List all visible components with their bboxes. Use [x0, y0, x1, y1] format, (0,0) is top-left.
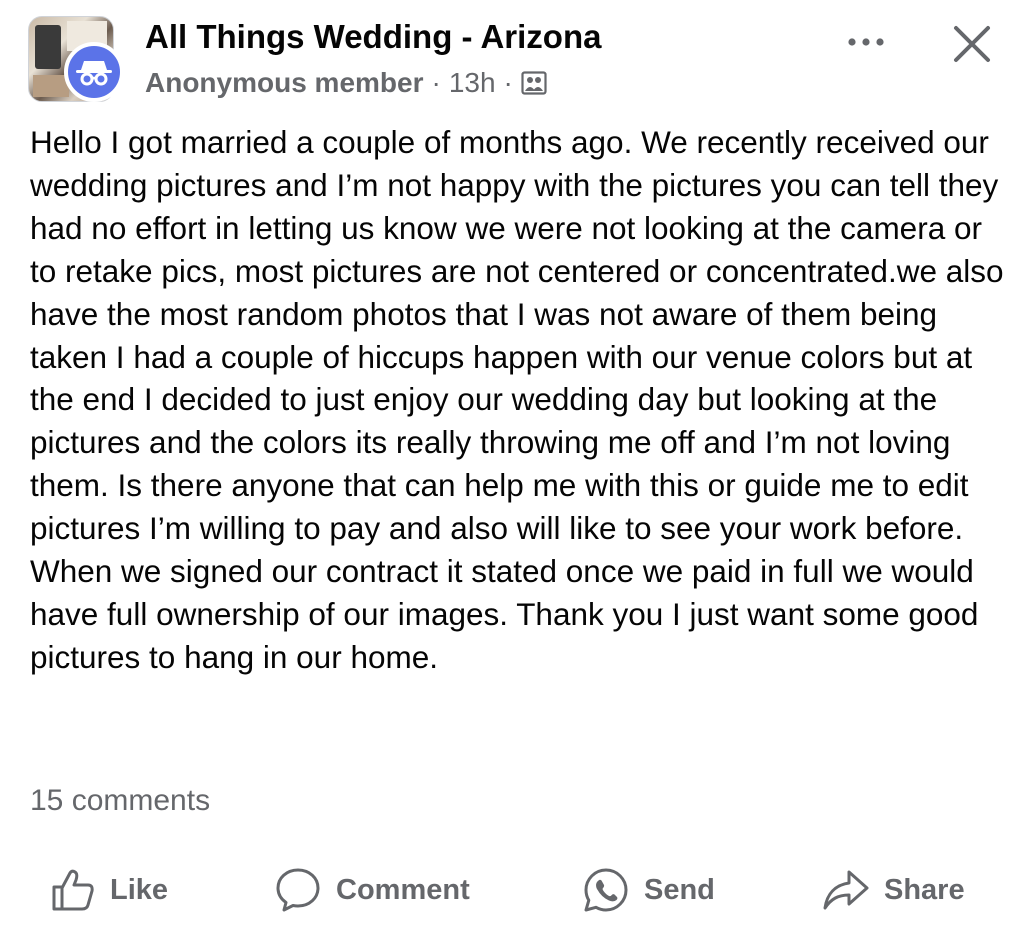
comment-bubble-icon	[276, 868, 320, 912]
more-options-button[interactable]	[840, 22, 892, 62]
close-icon	[954, 26, 990, 62]
post-header: All Things Wedding - Arizona Anonymous m…	[0, 0, 1024, 110]
thumbnail-photo	[35, 25, 61, 69]
group-members-icon	[521, 71, 547, 95]
thumbs-up-icon	[52, 869, 94, 911]
post-time[interactable]: 13h	[449, 67, 496, 99]
comments-count[interactable]: 15 comments	[30, 784, 210, 818]
group-name[interactable]: All Things Wedding - Arizona	[145, 18, 601, 56]
comment-label: Comment	[336, 873, 470, 906]
whatsapp-icon	[584, 868, 628, 912]
more-horizontal-icon	[848, 38, 884, 46]
thumbnail-photo	[33, 75, 69, 97]
post-text: Hello I got married a couple of months a…	[30, 124, 1004, 675]
close-button[interactable]	[946, 18, 998, 70]
post-meta: Anonymous member · 13h ·	[145, 66, 547, 100]
incognito-icon	[76, 61, 112, 86]
send-button[interactable]: Send	[582, 860, 715, 920]
share-button[interactable]: Share	[822, 860, 965, 920]
author-name: Anonymous member	[145, 67, 424, 98]
share-label: Share	[884, 873, 965, 906]
like-label: Like	[110, 873, 169, 906]
share-arrow-icon	[823, 870, 869, 910]
meta-separator: ·	[431, 67, 441, 98]
anonymous-avatar	[64, 42, 124, 102]
action-bar: Like Comment Send Share	[0, 860, 1024, 920]
comment-button[interactable]: Comment	[274, 860, 470, 920]
like-button[interactable]: Like	[50, 860, 168, 920]
meta-separator: ·	[503, 67, 513, 98]
send-label: Send	[644, 873, 715, 906]
